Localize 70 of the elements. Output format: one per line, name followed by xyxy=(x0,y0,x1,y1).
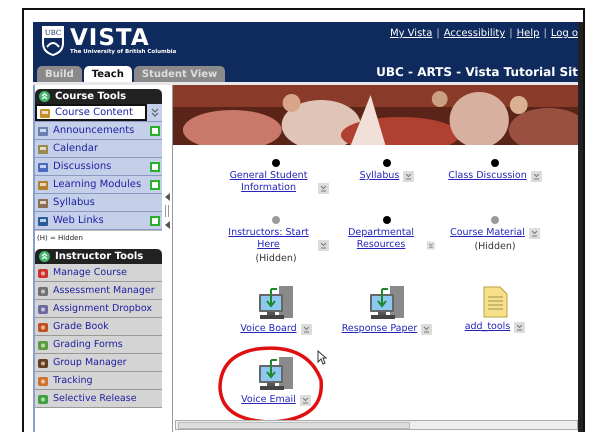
sidebar-item[interactable]: Group Manager xyxy=(35,354,162,372)
hidden-note: (Hidden) xyxy=(255,253,297,264)
action-menu-icon[interactable] xyxy=(427,240,435,251)
action-menu-icon[interactable] xyxy=(514,322,526,333)
content-link[interactable]: add_tools xyxy=(464,321,510,333)
tool-icon xyxy=(37,124,49,136)
tool-icon xyxy=(37,284,49,296)
action-menu-icon[interactable] xyxy=(528,228,540,239)
content-link[interactable]: Response Paper xyxy=(342,323,418,335)
collapse-arrow-icon[interactable] xyxy=(164,193,170,201)
collapse-arrow-icon[interactable] xyxy=(164,221,170,229)
header-link[interactable]: Log o xyxy=(550,28,578,39)
link-separator: | xyxy=(509,28,513,39)
sidebar-item[interactable]: Assignment Dropbox xyxy=(35,300,162,318)
tool-icon xyxy=(37,374,49,386)
tool-icon xyxy=(37,338,49,350)
tool-icon xyxy=(37,196,49,208)
tool-icon xyxy=(37,356,49,368)
document-icon[interactable] xyxy=(482,286,508,318)
tool-icon xyxy=(37,392,49,404)
action-menu-icon[interactable] xyxy=(300,395,311,406)
link-separator: | xyxy=(543,28,547,39)
content-link[interactable]: General Student Information xyxy=(224,170,314,194)
collapse-icon[interactable] xyxy=(39,251,50,262)
tool-icon xyxy=(37,178,49,190)
double-chevron-icon[interactable] xyxy=(150,108,158,117)
panel-title: Instructor Tools xyxy=(55,251,144,262)
tool-icon xyxy=(37,142,49,154)
computer-download-icon[interactable] xyxy=(368,286,406,320)
header-link[interactable]: My Vista xyxy=(390,28,432,39)
tool-icon xyxy=(37,266,49,278)
content-link[interactable]: Departmental Resources xyxy=(339,227,424,251)
tool-icon xyxy=(37,302,49,314)
header-link[interactable]: Accessibility xyxy=(444,28,506,39)
tool-icon xyxy=(39,106,51,118)
site-title: UBC - ARTS - Vista Tutorial Sit xyxy=(376,65,578,81)
collapse-icon[interactable] xyxy=(39,91,50,102)
hidden-note: (Hidden) xyxy=(474,241,516,252)
panel-title: Course Tools xyxy=(55,91,126,102)
action-menu-icon[interactable] xyxy=(318,240,328,251)
sidebar-item[interactable]: Course Content xyxy=(35,104,147,121)
sidebar-item[interactable]: Grading Forms xyxy=(35,336,162,354)
cursor-icon xyxy=(317,350,327,365)
header-link[interactable]: Help xyxy=(516,28,540,39)
splitter-handle[interactable] xyxy=(165,205,169,217)
content-link[interactable]: Instructors: Start Here xyxy=(224,227,314,251)
content-link[interactable]: Course Material xyxy=(450,227,525,239)
action-menu-icon[interactable] xyxy=(530,171,542,182)
content-link[interactable]: Class Discussion xyxy=(448,170,527,182)
tool-icon xyxy=(37,214,49,226)
computer-download-icon[interactable] xyxy=(257,357,295,391)
content-link[interactable]: Voice Board xyxy=(240,323,297,335)
content-link[interactable]: Syllabus xyxy=(360,170,400,182)
sidebar-item[interactable]: Selective Release xyxy=(35,390,162,408)
tool-icon xyxy=(37,320,49,332)
action-menu-icon[interactable] xyxy=(403,171,414,182)
sidebar-item[interactable]: Manage Course xyxy=(35,264,162,282)
tool-icon xyxy=(37,160,49,172)
content-link[interactable]: Voice Email xyxy=(241,394,296,406)
computer-download-icon[interactable] xyxy=(257,286,295,320)
sidebar-item[interactable]: Grade Book xyxy=(35,318,162,336)
action-menu-icon[interactable] xyxy=(318,183,328,194)
action-menu-icon[interactable] xyxy=(421,324,432,335)
tab[interactable]: Teach xyxy=(84,66,132,82)
brand-title: VISTA xyxy=(70,27,150,49)
action-menu-icon[interactable] xyxy=(300,324,312,335)
sidebar-item[interactable]: Assessment Manager xyxy=(35,282,162,300)
sidebar-item[interactable]: Tracking xyxy=(35,372,162,390)
link-separator: | xyxy=(436,28,440,39)
horizontal-scrollbar[interactable] xyxy=(175,420,578,430)
